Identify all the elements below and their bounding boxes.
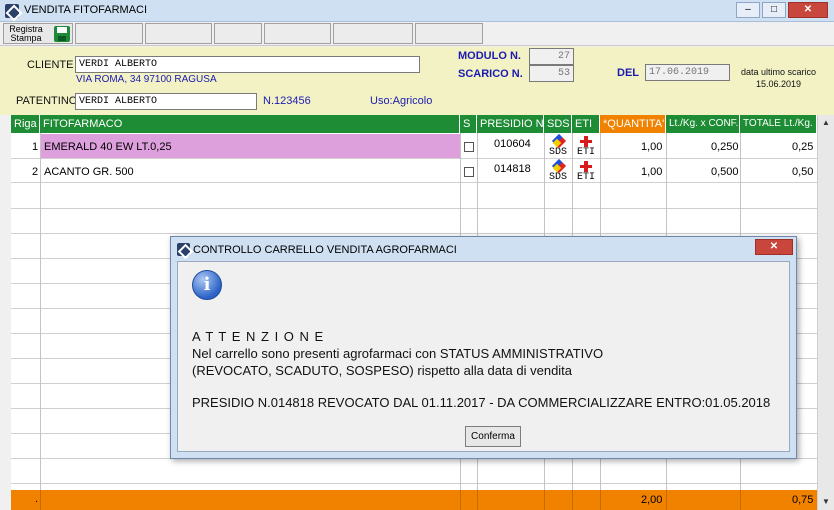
row-checkbox[interactable] <box>464 167 474 177</box>
row-checkbox[interactable] <box>464 142 474 152</box>
grid-scrollbar[interactable]: ▲ ▼ <box>817 115 834 510</box>
last-discharge-label: data ultimo scarico <box>741 67 817 77</box>
confirm-button[interactable]: Conferma <box>465 426 521 447</box>
col-s[interactable]: S <box>460 115 477 133</box>
conf-value: 0,250 <box>711 141 739 153</box>
sale-header-form: CLIENTE VERDI ALBERTO VIA ROMA, 34 97100… <box>0 47 834 115</box>
col-eti[interactable]: ETI <box>572 115 600 133</box>
col-sds[interactable]: SDS <box>544 115 572 133</box>
col-conf[interactable]: Lt./Kg. x CONF. <box>666 115 740 133</box>
toolbar-button-2[interactable] <box>75 23 143 44</box>
dialog-close-button[interactable]: ✕ <box>755 239 793 255</box>
col-quantita[interactable]: *QUANTITA' <box>600 115 666 133</box>
label-cross-icon[interactable]: ETI <box>576 136 596 158</box>
dialog-app-icon <box>177 243 190 256</box>
customer-name-field[interactable]: VERDI ALBERTO <box>75 56 420 73</box>
toolbar-button-7[interactable] <box>415 23 483 44</box>
quantity-value[interactable]: 1,00 <box>641 141 662 153</box>
license-holder-field[interactable]: VERDI ALBERTO <box>75 93 257 110</box>
row-number: 2 <box>32 166 39 178</box>
scarico-field[interactable]: 53 <box>529 65 574 82</box>
sds-icon[interactable]: SDS <box>549 158 569 183</box>
product-name[interactable]: ACANTO GR. 500 <box>44 166 134 178</box>
conf-value: 0,500 <box>711 166 739 178</box>
col-fitofarmaco[interactable]: FITOFARMACO <box>40 115 460 133</box>
title-bar: VENDITA FITOFARMACI – □ ✕ <box>0 0 834 22</box>
col-totale[interactable]: TOTALE Lt./Kg. <box>740 115 817 133</box>
label-cross-icon[interactable]: ETI <box>576 161 596 183</box>
toolbar-button-3[interactable] <box>145 23 212 44</box>
use-type: Uso:Agricolo <box>370 95 433 107</box>
floppy-icon <box>54 26 70 42</box>
dialog-heading: A T T E N Z I O N E <box>192 329 325 344</box>
sds-icon[interactable]: SDS <box>549 133 569 158</box>
dialog-message-line3: PRESIDIO N.014818 REVOCATO DAL 01.11.201… <box>192 395 771 410</box>
minimize-button[interactable]: – <box>736 2 760 18</box>
dialog-message-line1: Nel carrello sono presenti agrofarmaci c… <box>192 346 604 361</box>
quantity-value[interactable]: 1,00 <box>641 166 662 178</box>
col-riga[interactable]: Riga <box>11 115 40 133</box>
totals-marker: . <box>35 493 39 505</box>
app-icon <box>5 4 19 18</box>
customer-label: CLIENTE <box>27 59 74 71</box>
total-liters: 0,75 <box>792 494 814 506</box>
totals-bar: . 2,00 0,75 <box>11 490 817 510</box>
maximize-button[interactable]: □ <box>762 2 786 18</box>
total-value: 0,50 <box>792 166 814 178</box>
close-button[interactable]: ✕ <box>788 2 828 18</box>
modulo-field[interactable]: 27 <box>529 48 574 65</box>
col-presidio[interactable]: PRESIDIO N. <box>477 115 544 133</box>
toolbar: Registra Stampa <box>0 22 834 46</box>
product-name[interactable]: EMERALD 40 EW LT.0,25 <box>44 141 172 153</box>
modulo-label: MODULO N. <box>458 50 521 62</box>
presidio-number: 010604 <box>494 138 531 150</box>
total-quantity: 2,00 <box>641 494 663 506</box>
toolbar-button-6[interactable] <box>333 23 413 44</box>
save-print-button[interactable]: Registra Stampa <box>3 23 73 44</box>
scroll-up-arrow-icon[interactable]: ▲ <box>820 116 832 130</box>
dialog-title: CONTROLLO CARRELLO VENDITA AGROFARMACI <box>193 244 457 256</box>
del-label: DEL <box>617 67 639 79</box>
last-discharge-date: 15.06.2019 <box>756 79 802 89</box>
row-number: 1 <box>32 141 39 153</box>
scarico-label: SCARICO N. <box>458 68 523 80</box>
presidio-number: 014818 <box>494 163 531 175</box>
scroll-down-arrow-icon[interactable]: ▼ <box>820 495 832 509</box>
date-field[interactable]: 17.06.2019 <box>645 64 730 81</box>
license-label: PATENTINO <box>16 95 78 107</box>
license-number: N.123456 <box>263 95 311 107</box>
dialog-body: i A T T E N Z I O N E Nel carrello sono … <box>177 261 790 452</box>
status-warning-dialog: CONTROLLO CARRELLO VENDITA AGROFARMACI ✕… <box>170 236 797 459</box>
window-title: VENDITA FITOFARMACI <box>24 4 148 16</box>
save-label-line2: Stampa <box>10 33 42 43</box>
grid-header: Riga FITOFARMACO S PRESIDIO N. SDS ETI *… <box>11 115 817 133</box>
dialog-message-line2: (REVOCATO, SCADUTO, SOSPESO) rispetto al… <box>192 363 573 378</box>
toolbar-button-4[interactable] <box>214 23 262 44</box>
total-value: 0,25 <box>792 141 814 153</box>
info-icon: i <box>192 270 222 300</box>
customer-address: VIA ROMA, 34 97100 RAGUSA <box>76 74 217 85</box>
toolbar-button-5[interactable] <box>264 23 331 44</box>
